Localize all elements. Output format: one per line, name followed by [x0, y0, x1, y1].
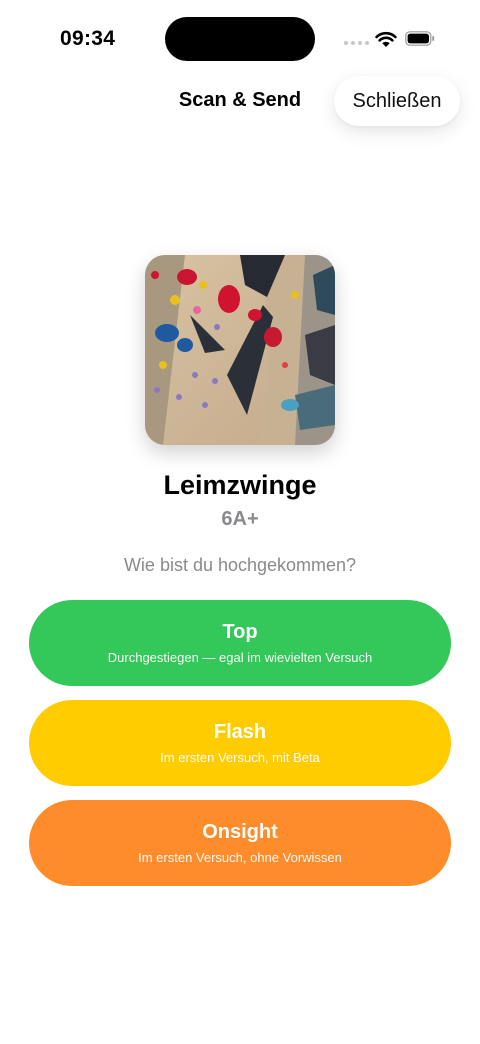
- onsight-button[interactable]: Onsight Im ersten Versuch, ohne Vorwisse…: [29, 800, 451, 886]
- top-button-label: Top: [222, 621, 258, 643]
- route-name: Leimzwinge: [163, 470, 317, 500]
- top-button[interactable]: Top Durchgestiegen — egal im wievielten …: [29, 600, 451, 686]
- wifi-icon: [375, 31, 397, 47]
- top-button-subtitle: Durchgestiegen — egal im wievielten Vers…: [107, 650, 373, 665]
- battery-icon: [405, 31, 435, 46]
- flash-button[interactable]: Flash Im ersten Versuch, mit Beta: [29, 700, 451, 786]
- route-photo: [145, 255, 335, 445]
- climbing-wall-image: [145, 255, 335, 445]
- status-time: 09:34: [60, 27, 116, 50]
- close-button[interactable]: Schließen: [334, 76, 460, 126]
- cellular-signal-icon: [344, 41, 369, 45]
- onsight-button-subtitle: Im ersten Versuch, ohne Vorwissen: [138, 850, 342, 865]
- flash-button-label: Flash: [213, 721, 267, 743]
- flash-button-subtitle: Im ersten Versuch, mit Beta: [160, 750, 320, 765]
- ascent-question: Wie bist du hochgekommen?: [123, 555, 357, 575]
- route-grade: 6A+: [221, 508, 259, 530]
- dynamic-island: [165, 17, 315, 61]
- onsight-button-label: Onsight: [202, 821, 278, 843]
